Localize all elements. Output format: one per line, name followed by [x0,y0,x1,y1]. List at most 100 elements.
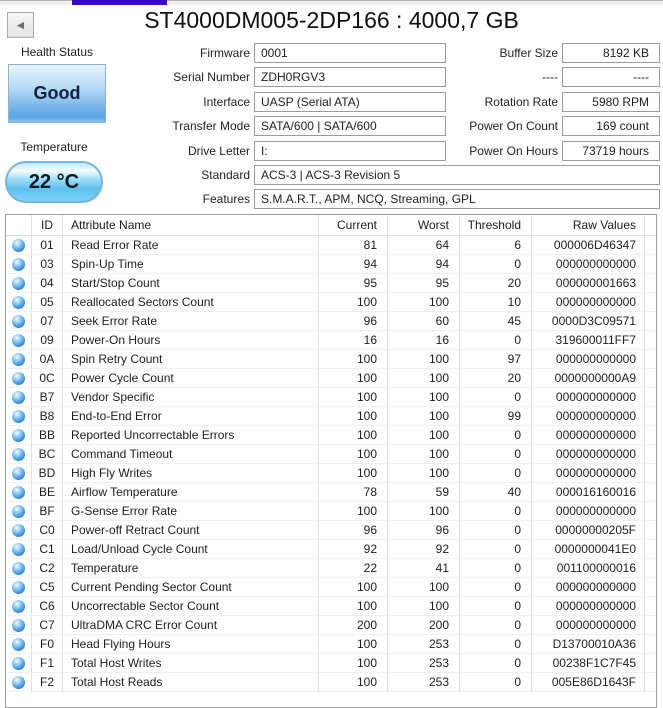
attribute-worst: 41 [388,559,460,578]
header-filler-cell [645,215,656,236]
attribute-current: 92 [319,540,388,559]
serial-number-label: Serial Number [100,70,250,84]
table-row: C5 Current Pending Sector Count 100 100 … [6,578,656,597]
good-status-orb-icon [12,410,25,423]
attribute-name: Vendor Specific [63,388,319,407]
attribute-name: Reported Uncorrectable Errors [63,426,319,445]
attribute-threshold: 0 [460,255,532,274]
good-status-orb-icon [12,429,25,442]
filler-cell [645,388,656,407]
table-row: F2 Total Host Reads 100 253 0 005E86D164… [6,673,656,692]
attribute-threshold: 0 [460,388,532,407]
filler-cell [645,445,656,464]
attribute-threshold: 0 [460,521,532,540]
filler-cell [645,369,656,388]
table-row: B7 Vendor Specific 100 100 0 00000000000… [6,388,656,407]
attribute-worst: 100 [388,293,460,312]
attribute-id: B8 [32,407,63,426]
attribute-threshold: 0 [460,445,532,464]
attribute-raw-value: 000000000000 [532,426,645,445]
attribute-current: 16 [319,331,388,350]
attribute-worst: 100 [388,369,460,388]
status-cell [6,654,32,673]
good-status-orb-icon [12,467,25,480]
attribute-name: Total Host Reads [63,673,319,692]
attribute-threshold: 10 [460,293,532,312]
health-status-button[interactable]: Good [8,64,106,123]
smart-attribute-table: ID Attribute Name Current Worst Threshol… [5,214,657,708]
attribute-worst: 94 [388,255,460,274]
attribute-current: 94 [319,255,388,274]
filler-cell [645,616,656,635]
rotation-rate-value: 5980 RPM [562,92,660,112]
status-cell [6,236,32,255]
status-cell [6,445,32,464]
attribute-current: 100 [319,578,388,597]
status-cell [6,274,32,293]
attribute-current: 100 [319,369,388,388]
unknown-field-value: ---- [562,67,660,87]
attribute-threshold: 97 [460,350,532,369]
good-status-orb-icon [12,372,25,385]
good-status-orb-icon [12,258,25,271]
attribute-id: 07 [32,312,63,331]
header-worst: Worst [388,215,460,236]
table-row: 09 Power-On Hours 16 16 0 319600011FF7 [6,331,656,350]
status-cell [6,331,32,350]
status-cell [6,369,32,388]
attribute-name: G-Sense Error Rate [63,502,319,521]
filler-cell [645,483,656,502]
attribute-name: Spin-Up Time [63,255,319,274]
good-status-orb-icon [12,334,25,347]
filler-cell [645,654,656,673]
table-row: 0A Spin Retry Count 100 100 97 000000000… [6,350,656,369]
attribute-current: 100 [319,654,388,673]
attribute-raw-value: 000016160016 [532,483,645,502]
good-status-orb-icon [12,505,25,518]
attribute-raw-value: 001100000016 [532,559,645,578]
table-row: BD High Fly Writes 100 100 0 00000000000… [6,464,656,483]
attribute-name: Start/Stop Count [63,274,319,293]
attribute-id: C2 [32,559,63,578]
attribute-name: Airflow Temperature [63,483,319,502]
unknown-field-label: ---- [440,70,558,84]
temperature-badge[interactable]: 22 °C [5,161,103,203]
attribute-id: C0 [32,521,63,540]
table-row: BC Command Timeout 100 100 0 00000000000… [6,445,656,464]
table-row: C0 Power-off Retract Count 96 96 0 00000… [6,521,656,540]
attribute-threshold: 99 [460,407,532,426]
status-cell [6,540,32,559]
attribute-name: Command Timeout [63,445,319,464]
filler-cell [645,350,656,369]
filler-cell [645,331,656,350]
back-arrow-icon: ◄ [15,18,27,32]
attribute-current: 78 [319,483,388,502]
attribute-worst: 60 [388,312,460,331]
table-row: 04 Start/Stop Count 95 95 20 00000000166… [6,274,656,293]
good-status-orb-icon [12,581,25,594]
header-status-cell [6,215,32,236]
back-button[interactable]: ◄ [7,12,34,38]
attribute-name: Head Flying Hours [63,635,319,654]
temperature-label: Temperature [5,140,103,154]
attribute-raw-value: 000000000000 [532,293,645,312]
status-cell [6,407,32,426]
header-id: ID [32,215,63,236]
table-row: BE Airflow Temperature 78 59 40 00001616… [6,483,656,502]
attribute-raw-value: 000000000000 [532,407,645,426]
table-row: BB Reported Uncorrectable Errors 100 100… [6,426,656,445]
header-threshold: Threshold [460,215,532,236]
filler-cell [645,673,656,692]
attribute-raw-value: 000000000000 [532,616,645,635]
attribute-worst: 100 [388,578,460,597]
attribute-name: Total Host Writes [63,654,319,673]
attribute-id: 0C [32,369,63,388]
drive-letter-value: I: [254,141,446,161]
good-status-orb-icon [12,277,25,290]
good-status-orb-icon [12,524,25,537]
filler-cell [645,426,656,445]
attribute-threshold: 20 [460,369,532,388]
attribute-raw-value: 000000000000 [532,578,645,597]
attribute-id: 09 [32,331,63,350]
table-row: 07 Seek Error Rate 96 60 45 0000D3C09571 [6,312,656,331]
